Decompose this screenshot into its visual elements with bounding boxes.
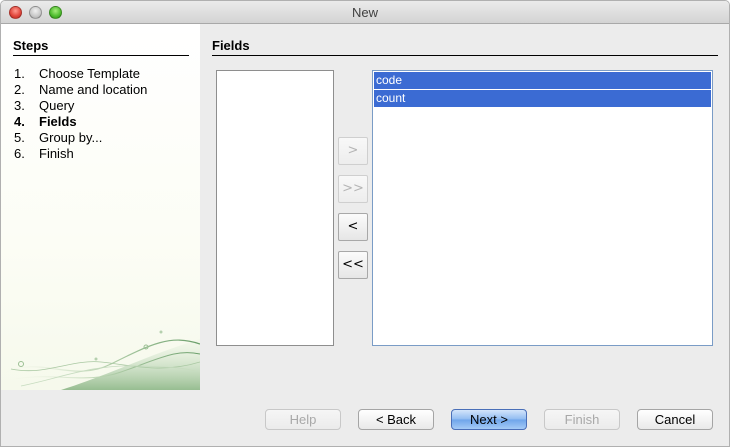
dialog-window: New Steps 1. Choose Template 2. Name and l… — [0, 0, 730, 447]
fields-heading: Fields — [212, 38, 718, 56]
available-fields-list[interactable] — [216, 70, 334, 346]
step-item: 1. Choose Template — [14, 66, 147, 82]
step-label: Name and location — [39, 82, 148, 97]
list-item[interactable]: code — [374, 72, 711, 89]
selected-fields-list[interactable]: code count — [372, 70, 713, 346]
cancel-button[interactable]: Cancel — [637, 409, 713, 430]
title-bar[interactable]: New — [1, 1, 729, 24]
step-label: Finish — [39, 146, 74, 161]
step-number: 4. — [14, 114, 25, 129]
help-button[interactable]: Help — [265, 409, 341, 430]
back-button[interactable]: < Back — [358, 409, 434, 430]
step-item-current: 4. Fields — [14, 114, 147, 130]
step-number: 3. — [14, 98, 25, 113]
list-item[interactable]: count — [374, 90, 711, 107]
decorative-swirl-graphic — [1, 330, 200, 390]
step-item: 3. Query — [14, 98, 147, 114]
remove-field-button[interactable]: < — [338, 213, 368, 241]
add-all-fields-button[interactable]: >> — [338, 175, 368, 203]
step-number: 5. — [14, 130, 25, 145]
step-number: 1. — [14, 66, 25, 81]
step-item: 6. Finish — [14, 146, 147, 162]
steps-heading: Steps — [13, 38, 189, 56]
next-button[interactable]: Next > — [451, 409, 527, 430]
step-label: Group by... — [39, 130, 103, 145]
step-label: Query — [39, 98, 75, 113]
step-number: 2. — [14, 82, 25, 97]
step-label: Fields — [39, 114, 77, 129]
step-item: 5. Group by... — [14, 130, 147, 146]
step-item: 2. Name and location — [14, 82, 147, 98]
steps-list: 1. Choose Template 2. Name and location 3.… — [14, 66, 147, 162]
remove-all-fields-button[interactable]: << — [338, 251, 368, 279]
window-title: New — [351, 5, 378, 20]
add-field-button[interactable]: > — [338, 137, 368, 165]
step-number: 6. — [14, 146, 25, 161]
steps-sidebar: Steps 1. Choose Template 2. Name and locat… — [1, 24, 200, 390]
step-label: Choose Template — [39, 66, 140, 81]
finish-button[interactable]: Finish — [544, 409, 620, 430]
